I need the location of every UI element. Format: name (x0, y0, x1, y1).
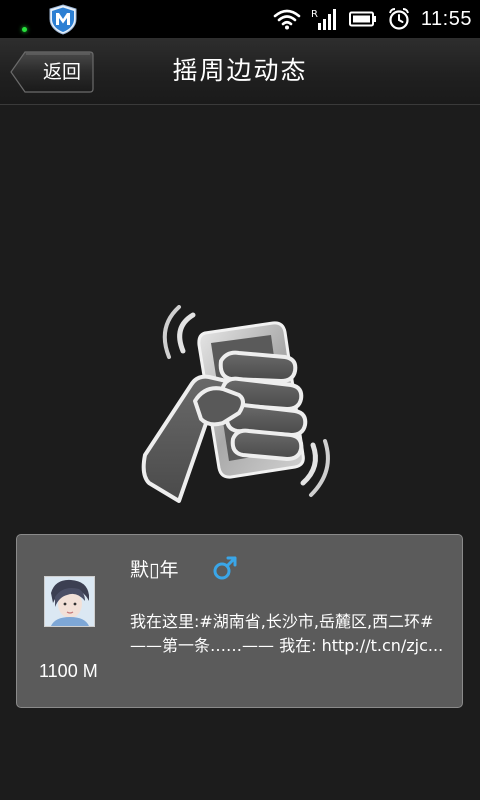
notification-dot (22, 27, 27, 32)
avatar-image (45, 577, 94, 626)
title-bar: 返回 摇周边动态 (0, 38, 480, 105)
status-text: 我在这里:#湖南省,长沙市,岳麓区,西二环#——第一条……—— 我在: http… (130, 612, 444, 655)
distance-label: 1100 M (39, 661, 98, 681)
back-button[interactable]: 返回 (10, 51, 94, 93)
wifi-icon (273, 9, 301, 30)
status-icons: R 11:55 (273, 0, 472, 38)
male-icon (213, 556, 237, 580)
shield-m-icon (49, 4, 77, 35)
back-button-label: 返回 (42, 61, 81, 83)
status-bar: R 11:55 (0, 0, 480, 38)
avatar[interactable] (44, 576, 95, 627)
screen: R 11:55 返回 摇周边动态 1100 M 默▯年 我在这里:#湖南省,长沙… (0, 0, 480, 800)
nickname: 默▯年 (130, 559, 179, 581)
signal-icon: R (311, 9, 336, 30)
nearby-result-card[interactable]: 1100 M 默▯年 我在这里:#湖南省,长沙市,岳麓区,西二环#——第一条……… (16, 534, 463, 708)
battery-icon (348, 11, 376, 27)
svg-text:R: R (311, 9, 318, 20)
alarm-icon (388, 8, 409, 30)
shake-phone-icon (141, 305, 330, 503)
status-clock: 11:55 (420, 7, 472, 30)
